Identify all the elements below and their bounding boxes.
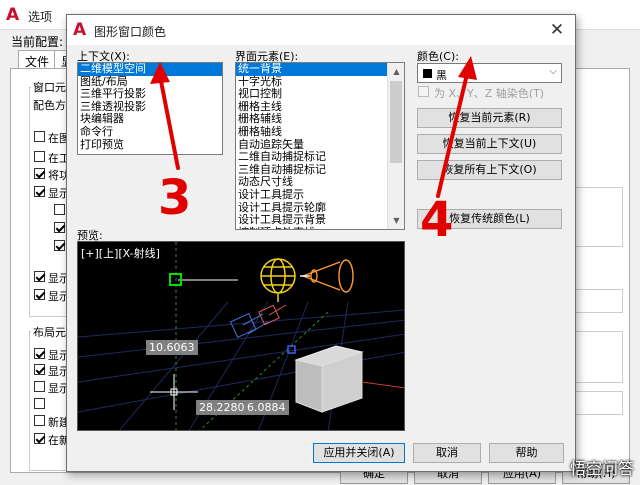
layout-element-checkbox[interactable] <box>34 348 45 359</box>
right-field <box>571 187 623 247</box>
crosshair-glyph <box>150 374 198 410</box>
dialog-titlebar[interactable]: A 图形窗口颜色 ✕ <box>67 15 575 45</box>
context-list-item[interactable]: 命令行 <box>78 125 222 139</box>
layout-element-checkbox[interactable] <box>34 381 45 392</box>
interface-list-item[interactable]: 控制顶点外壳线 <box>236 226 404 229</box>
tint-xyz-checkbox[interactable] <box>418 86 429 97</box>
coord-x-tooltip: 28.2280 <box>196 400 248 415</box>
context-list-item[interactable]: 打印预览 <box>78 138 222 152</box>
right-field <box>571 289 623 313</box>
tab-files[interactable]: 文件 <box>18 50 57 69</box>
x-axis-line <box>361 381 404 389</box>
right-field <box>571 331 623 383</box>
annotation-number-4: 4 <box>420 192 454 248</box>
drawing-window-colors-dialog: A 图形窗口颜色 ✕ 上下文(X): 二维模型空间 图纸/布局 三维平行投影 三维透视… <box>66 14 576 472</box>
restore-current-element-button[interactable]: 恢复当前元素(R) <box>417 108 562 128</box>
color-value: 黑 <box>436 69 447 82</box>
annotation-number-3: 3 <box>158 170 192 226</box>
coord-y-tooltip: 6.0884 <box>244 400 289 415</box>
dimension-tooltip: 10.6063 <box>146 340 198 355</box>
right-field <box>571 391 623 415</box>
current-profile-label: 当前配置: <box>11 35 64 49</box>
scroll-down-icon[interactable]: ▼ <box>388 212 404 229</box>
layout-element-checkbox[interactable] <box>34 364 45 375</box>
context-list-item[interactable]: 三维平行投影 <box>78 88 222 101</box>
window-element-checkbox[interactable] <box>34 271 45 282</box>
help-button[interactable]: 帮助 <box>489 443 564 463</box>
scroll-thumb[interactable] <box>390 81 402 163</box>
autocad-logo-icon: A <box>73 20 87 40</box>
autocad-logo-icon: A <box>6 5 20 25</box>
tint-xyz-label: 为 X、Y、Z 轴染色(T) <box>434 87 545 100</box>
viewport-controls-label: [+][上][X-射线] <box>81 247 160 260</box>
spotlight-glyph <box>300 259 354 293</box>
chevron-down-icon: ⌵ <box>549 66 557 77</box>
context-listbox[interactable]: 二维模型空间 图纸/布局 三维平行投影 三维透视投影 块编辑器 命令行 打印预览 <box>77 62 223 155</box>
window-element-checkbox[interactable] <box>34 168 45 179</box>
camera-glyph <box>258 304 287 326</box>
window-element-checkbox[interactable] <box>54 240 65 251</box>
layout-element-checkbox[interactable] <box>34 398 45 409</box>
close-icon[interactable]: ✕ <box>547 20 567 40</box>
cube-glyph <box>294 345 364 413</box>
interface-list-item[interactable]: 栅格轴线 <box>236 125 404 139</box>
window-element-checkbox[interactable] <box>34 186 45 197</box>
window-element-checkbox[interactable] <box>34 289 45 300</box>
cancel-button[interactable]: 取消 <box>413 443 481 463</box>
dialog-title: 图形窗口颜色 <box>94 25 167 39</box>
window-element-checkbox[interactable] <box>54 222 65 233</box>
options-title: 选项 <box>28 10 53 24</box>
interface-element-listbox[interactable]: 统一背景 十字光标 视口控制 栅格主线 栅格辅线 栅格轴线 自动追踪矢量 二维自动捕捉标记 三维… <box>235 62 405 230</box>
color-scheme-label: 配色方 <box>33 99 66 112</box>
interface-list-item[interactable]: 设计工具提示 <box>236 188 404 202</box>
interface-scrollbar[interactable]: ▲ ▼ <box>387 63 404 229</box>
context-list-item[interactable]: 二维模型空间 <box>78 63 222 76</box>
color-dropdown[interactable]: 黑 ⌵ <box>417 63 562 83</box>
scroll-up-icon[interactable]: ▲ <box>388 63 404 80</box>
window-element-checkbox[interactable] <box>34 151 45 162</box>
window-element-checkbox[interactable] <box>54 204 65 215</box>
layout-element-checkbox[interactable] <box>34 415 45 426</box>
restore-current-context-button[interactable]: 恢复当前上下文(U) <box>417 134 562 154</box>
interface-list-item[interactable]: 二维自动捕捉标记 <box>236 151 404 164</box>
watermark: 悟空问答 <box>569 459 634 478</box>
apply-close-button[interactable]: 应用并关闭(A) <box>313 443 405 463</box>
color-swatch <box>423 69 432 78</box>
layout-elements-group-label: 布局元 <box>31 324 68 340</box>
layout-element-checkbox[interactable] <box>34 433 45 444</box>
interface-list-item[interactable]: 视口控制 <box>236 88 404 101</box>
interface-list-item[interactable]: 设计工具提示背景 <box>236 214 404 227</box>
color-label: 颜色(C): <box>417 50 459 63</box>
preview-viewport: [+][上][X-射线] 10.6063 28.2280 6.0884 <box>77 241 405 431</box>
globe-light-glyph <box>260 258 296 302</box>
window-elements-group-label: 窗口元 <box>31 79 68 95</box>
window-element-checkbox[interactable] <box>34 131 45 142</box>
restore-all-contexts-button[interactable]: 恢复所有上下文(O) <box>417 160 562 180</box>
interface-list-item[interactable]: 统一背景 <box>236 63 404 76</box>
camera-glyph <box>229 312 269 339</box>
